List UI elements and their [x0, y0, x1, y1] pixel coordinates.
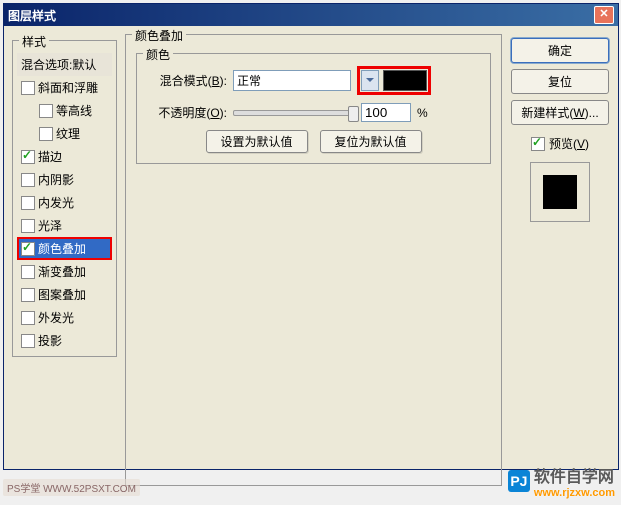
style-checkbox[interactable]: [21, 242, 35, 256]
style-item-2[interactable]: 等高线: [17, 99, 112, 122]
style-item-4[interactable]: 描边: [17, 145, 112, 168]
style-item-12[interactable]: 投影: [17, 329, 112, 352]
highlight-box: [357, 66, 431, 95]
style-checkbox[interactable]: [21, 334, 35, 348]
percent-label: %: [417, 106, 428, 120]
style-item-label: 颜色叠加: [38, 240, 86, 257]
new-style-button[interactable]: 新建样式(W)...: [511, 100, 609, 125]
opacity-row: 不透明度(O): %: [147, 103, 480, 122]
style-item-label: 图案叠加: [38, 286, 86, 303]
styles-panel: 样式 混合选项:默认斜面和浮雕等高线纹理描边内阴影内发光光泽颜色叠加渐变叠加图案…: [12, 34, 117, 459]
action-panel: 确定 复位 新建样式(W)... 预览(V): [510, 34, 610, 459]
opacity-label: 不透明度(O):: [147, 104, 227, 121]
style-item-label: 描边: [38, 148, 62, 165]
reset-default-button[interactable]: 复位为默认值: [320, 130, 422, 153]
preview-checkbox[interactable]: [531, 137, 545, 151]
opacity-input[interactable]: [361, 103, 411, 122]
style-item-8[interactable]: 颜色叠加: [17, 237, 112, 260]
style-item-label: 外发光: [38, 309, 74, 326]
color-group: 颜色 混合模式(B): 正常 不透明度(O):: [136, 53, 491, 164]
style-item-3[interactable]: 纹理: [17, 122, 112, 145]
blend-mode-select[interactable]: 正常: [233, 70, 351, 91]
blend-mode-value: 正常: [237, 72, 261, 89]
close-button[interactable]: ✕: [594, 6, 614, 24]
style-checkbox[interactable]: [39, 104, 53, 118]
chevron-down-icon[interactable]: [361, 70, 379, 91]
color-group-title: 颜色: [143, 46, 173, 63]
titlebar: 图层样式 ✕: [4, 4, 618, 26]
style-checkbox[interactable]: [39, 127, 53, 141]
styles-fieldset-title: 样式: [19, 33, 49, 50]
style-item-9[interactable]: 渐变叠加: [17, 260, 112, 283]
options-panel: 颜色叠加 颜色 混合模式(B): 正常 不透明度(O):: [125, 34, 502, 459]
preview-row: 预览(V): [531, 135, 589, 152]
style-checkbox[interactable]: [21, 219, 35, 233]
blend-mode-label: 混合模式(B):: [147, 72, 227, 89]
style-item-6[interactable]: 内发光: [17, 191, 112, 214]
styles-fieldset: 样式 混合选项:默认斜面和浮雕等高线纹理描边内阴影内发光光泽颜色叠加渐变叠加图案…: [12, 40, 117, 357]
style-checkbox[interactable]: [21, 81, 35, 95]
watermark-right: PJ 软件自学网 www.rjzxw.com: [508, 463, 615, 499]
default-buttons-row: 设置为默认值 复位为默认值: [147, 130, 480, 153]
style-item-7[interactable]: 光泽: [17, 214, 112, 237]
style-checkbox[interactable]: [21, 150, 35, 164]
style-checkbox[interactable]: [21, 173, 35, 187]
watermark-text2: www.rjzxw.com: [534, 487, 615, 499]
logo-icon: PJ: [508, 470, 530, 492]
style-item-label: 斜面和浮雕: [38, 79, 98, 96]
style-item-label: 渐变叠加: [38, 263, 86, 280]
style-item-label: 内发光: [38, 194, 74, 211]
style-item-label: 光泽: [38, 217, 62, 234]
preview-label: 预览(V): [549, 135, 589, 152]
style-item-label: 投影: [38, 332, 62, 349]
make-default-button[interactable]: 设置为默认值: [206, 130, 308, 153]
preview-swatch: [543, 175, 577, 209]
style-checkbox[interactable]: [21, 311, 35, 325]
style-checkbox[interactable]: [21, 196, 35, 210]
color-overlay-title: 颜色叠加: [132, 27, 186, 44]
style-item-11[interactable]: 外发光: [17, 306, 112, 329]
blend-mode-row: 混合模式(B): 正常: [147, 66, 480, 95]
style-checkbox[interactable]: [21, 265, 35, 279]
color-overlay-fieldset: 颜色叠加 颜色 混合模式(B): 正常 不透明度(O):: [125, 34, 502, 486]
color-swatch[interactable]: [383, 70, 427, 91]
style-item-5[interactable]: 内阴影: [17, 168, 112, 191]
style-item-label: 等高线: [56, 102, 92, 119]
style-item-label: 纹理: [56, 125, 80, 142]
style-item-0[interactable]: 混合选项:默认: [17, 53, 112, 76]
watermark-text1: 软件自学网: [534, 463, 615, 487]
style-item-label: 混合选项:默认: [21, 56, 96, 73]
style-item-label: 内阴影: [38, 171, 74, 188]
style-item-1[interactable]: 斜面和浮雕: [17, 76, 112, 99]
preview-box: [530, 162, 590, 222]
opacity-slider[interactable]: [233, 110, 355, 116]
style-checkbox[interactable]: [21, 288, 35, 302]
ok-button[interactable]: 确定: [511, 38, 609, 63]
slider-thumb[interactable]: [348, 106, 359, 122]
style-list: 混合选项:默认斜面和浮雕等高线纹理描边内阴影内发光光泽颜色叠加渐变叠加图案叠加外…: [17, 53, 112, 352]
style-item-10[interactable]: 图案叠加: [17, 283, 112, 306]
dialog-title: 图层样式: [8, 7, 594, 24]
watermark-left: PS学堂 WWW.52PSXT.COM: [3, 479, 140, 496]
layer-style-dialog: 图层样式 ✕ 样式 混合选项:默认斜面和浮雕等高线纹理描边内阴影内发光光泽颜色叠…: [3, 3, 619, 470]
cancel-button[interactable]: 复位: [511, 69, 609, 94]
